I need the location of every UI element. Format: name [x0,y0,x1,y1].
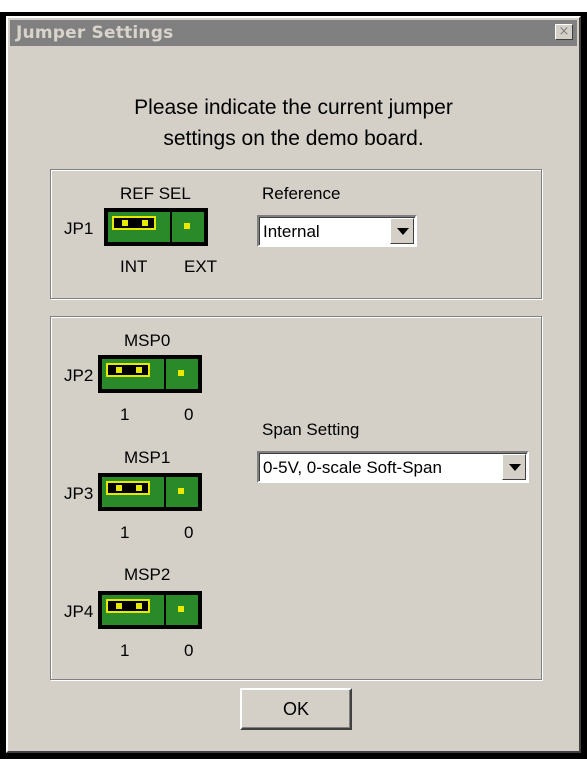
reference-select-value: Internal [263,222,320,241]
jp4-jumper[interactable] [98,591,202,629]
jp2-left-label: 1 [120,405,130,424]
instruction-text: Please indicate the current jumper setti… [8,92,579,154]
instruction-line-2: settings on the demo board. [163,127,424,150]
jp2-jumper[interactable] [98,355,202,393]
jp1-right-label: EXT [184,257,218,276]
jp1-jumper[interactable] [104,208,208,246]
jp4-label: JP4 [64,602,94,621]
jp2-title: MSP0 [124,331,171,350]
ok-button[interactable]: OK [240,688,352,730]
instruction-line-1: Please indicate the current jumper [134,96,453,119]
jp3-jumper[interactable] [98,473,202,511]
jp3-title: MSP1 [124,448,171,467]
reference-label: Reference [262,184,341,203]
title-bar[interactable]: Jumper Settings × [10,20,577,46]
jp3-right-label: 0 [184,523,194,542]
chevron-down-icon[interactable] [502,454,526,480]
close-icon[interactable]: × [555,24,573,40]
jp1-label: JP1 [64,219,94,238]
jp2-label: JP2 [64,366,94,385]
span-setting-select-value: 0-5V, 0-scale Soft-Span [263,458,442,477]
span-setting-label: Span Setting [262,420,360,439]
reference-select[interactable]: Internal [257,215,417,247]
jp4-left-label: 1 [120,641,130,660]
window-title: Jumper Settings [16,23,174,43]
jp1-left-label: INT [120,257,148,276]
jp2-right-label: 0 [184,405,194,424]
jp4-right-label: 0 [184,641,194,660]
jumper-settings-dialog: Jumper Settings × Please indicate the cu… [6,16,581,753]
jp3-left-label: 1 [120,523,130,542]
jp1-title: REF SEL [120,184,191,203]
span-setting-select[interactable]: 0-5V, 0-scale Soft-Span [257,451,529,483]
jp4-title: MSP2 [124,565,171,584]
chevron-down-icon[interactable] [390,218,414,244]
jp3-label: JP3 [64,484,94,503]
